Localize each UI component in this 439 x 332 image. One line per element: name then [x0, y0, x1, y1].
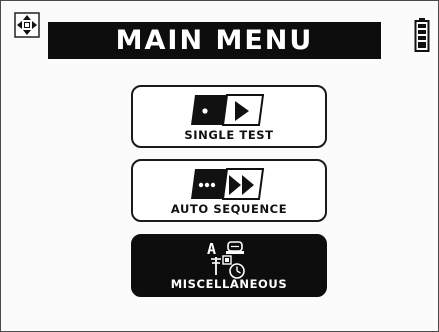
auto-sequence-button[interactable]: AUTO SEQUENCE: [131, 159, 327, 222]
miscellaneous-icon: A: [207, 240, 245, 279]
auto-sequence-icon: [191, 168, 265, 200]
navigation-arrows-icon: [14, 12, 40, 38]
device-screen: MAIN MENU SINGLE TEST AUTO SEQUENCE A MI…: [0, 0, 439, 332]
page-title: MAIN MENU: [115, 25, 314, 56]
svg-text:A: A: [207, 240, 216, 258]
title-bar: MAIN MENU: [48, 22, 381, 59]
single-test-icon: [191, 94, 265, 126]
miscellaneous-label: MISCELLANEOUS: [170, 277, 288, 291]
battery-icon: [414, 18, 430, 52]
single-test-label: SINGLE TEST: [184, 128, 274, 142]
single-test-button[interactable]: SINGLE TEST: [131, 85, 327, 148]
auto-sequence-label: AUTO SEQUENCE: [170, 202, 288, 216]
miscellaneous-button[interactable]: A MISCELLANEOUS: [131, 234, 327, 297]
